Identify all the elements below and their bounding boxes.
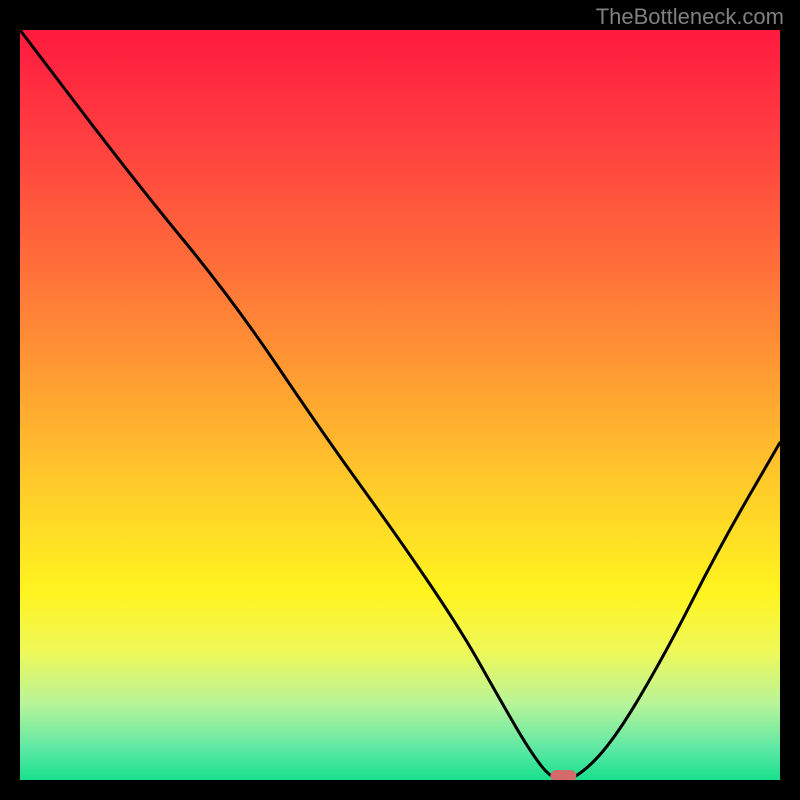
chart-frame: TheBottleneck.com	[0, 0, 800, 800]
watermark-text: TheBottleneck.com	[596, 4, 784, 30]
chart-svg	[20, 30, 780, 780]
optimal-point-marker	[550, 770, 576, 780]
gradient-background	[20, 30, 780, 780]
plot-area	[20, 30, 780, 780]
